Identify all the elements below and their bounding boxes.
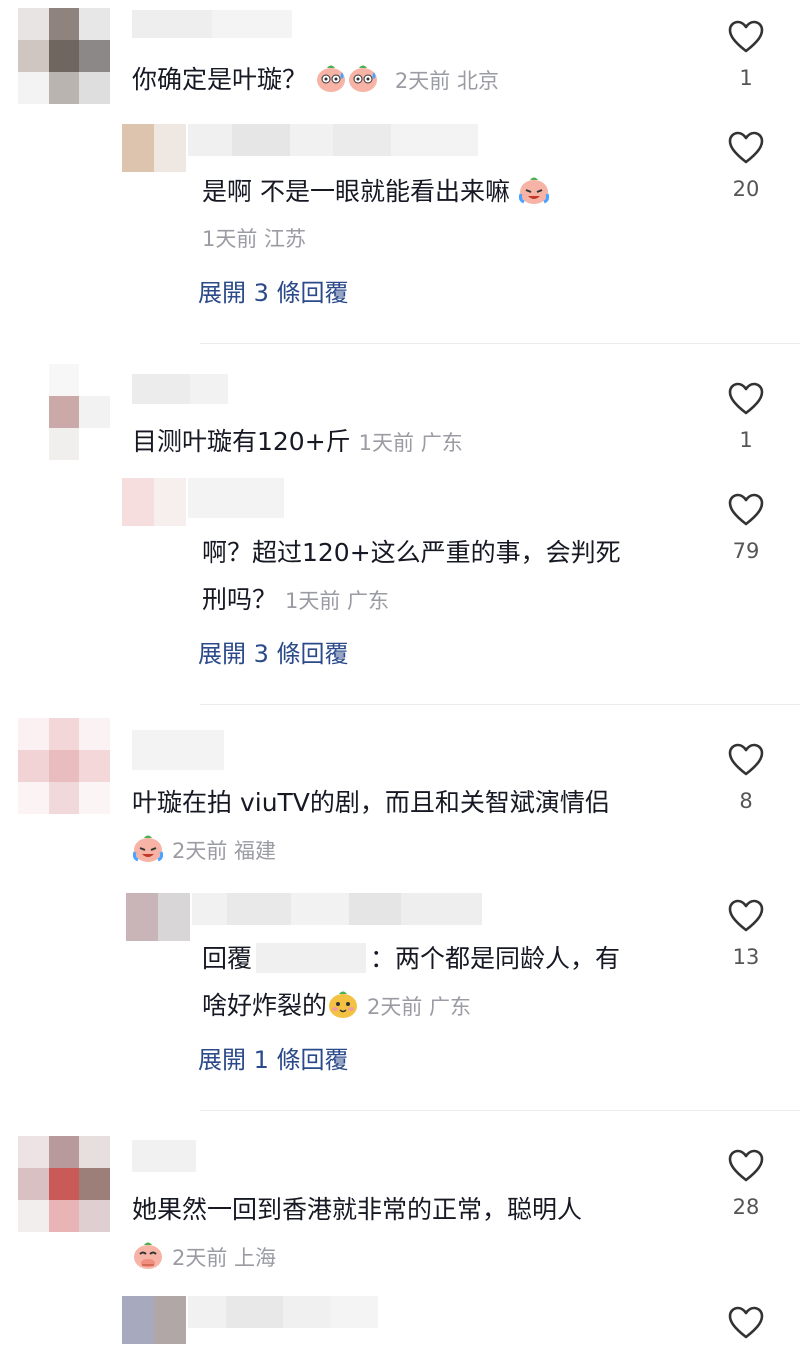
heart-icon [728, 20, 764, 53]
reply-text-line2: 啥好炸裂的 2天前 广东 [202, 988, 471, 1025]
like-button[interactable] [716, 1149, 776, 1182]
like-button[interactable] [716, 131, 776, 164]
avatar[interactable] [18, 1136, 110, 1232]
sweat-emoji-icon [347, 62, 379, 94]
comment-meta: 2天前 上海 [172, 1246, 277, 1270]
avatar[interactable] [18, 718, 110, 814]
reply-text: 啊？超过120+这么严重的事，会判死 [202, 538, 621, 567]
heart-icon [728, 131, 764, 164]
like-button[interactable] [716, 20, 776, 53]
like-count: 1 [739, 66, 753, 90]
reply-username[interactable] [188, 1296, 378, 1328]
like-count: 13 [732, 945, 760, 969]
heart-icon [728, 1306, 764, 1339]
comment-text-line2: 2天前 上海 [132, 1239, 276, 1276]
username[interactable] [132, 374, 228, 404]
username[interactable] [132, 10, 292, 38]
like-count: 79 [732, 539, 760, 563]
comment-text: 你确定是叶璇？ 2天前 北京 [132, 62, 499, 99]
mention-tag[interactable] [256, 943, 367, 973]
divider [200, 343, 800, 344]
shy-emoji-icon [327, 988, 359, 1020]
reply-username[interactable] [188, 478, 284, 518]
reply-avatar[interactable] [122, 478, 186, 526]
laugh-cry-emoji-icon [132, 832, 164, 864]
reply-text-line2: 刑吗？ 1天前 广东 [202, 585, 390, 614]
reply-avatar[interactable] [122, 1296, 186, 1344]
comment-meta: 2天前 北京 [394, 69, 499, 93]
like-count: 28 [732, 1195, 760, 1219]
cover-mouth-emoji-icon [132, 1239, 164, 1271]
like-count: 20 [732, 177, 760, 201]
reply-meta: 2天前 广东 [367, 995, 472, 1019]
comment-text: 叶璇在拍 viuTV的剧，而且和关智斌演情侣 [132, 788, 610, 817]
like-count: 1 [739, 428, 753, 452]
like-count: 8 [739, 789, 753, 813]
laugh-cry-emoji-icon [518, 174, 550, 206]
heart-icon [728, 493, 764, 526]
comment-text: 目测叶璇有120+斤 1天前 广东 [132, 427, 463, 456]
expand-replies-link[interactable]: 展開 3 條回覆 [198, 277, 349, 309]
heart-icon [728, 382, 764, 415]
reply-meta: 1天前 江苏 [202, 227, 307, 251]
divider [200, 704, 800, 705]
reply-text: 回覆 ：两个都是同龄人，有 [202, 943, 621, 973]
like-button[interactable] [716, 899, 776, 932]
heart-icon [728, 743, 764, 776]
avatar[interactable] [18, 364, 110, 460]
reply-avatar[interactable] [126, 893, 190, 941]
reply-username[interactable] [188, 124, 478, 156]
like-button[interactable] [716, 382, 776, 415]
sweat-emoji-icon [315, 62, 347, 94]
like-button[interactable] [716, 1306, 776, 1339]
reply-meta: 1天前 广东 [285, 589, 390, 613]
expand-replies-link[interactable]: 展開 3 條回覆 [198, 638, 349, 670]
reply-username[interactable] [192, 893, 482, 925]
comment-text-line2: 2天前 福建 [132, 832, 276, 869]
comment-text: 她果然一回到香港就非常的正常，聪明人 [132, 1195, 583, 1224]
avatar[interactable] [18, 8, 110, 104]
like-button[interactable] [716, 743, 776, 776]
heart-icon [728, 1149, 764, 1182]
reply-text: 是啊 不是一眼就能看出来嘛 [202, 174, 550, 210]
comment-meta: 2天前 福建 [172, 839, 277, 863]
divider [200, 1110, 800, 1111]
expand-replies-link[interactable]: 展開 1 條回覆 [198, 1044, 349, 1076]
heart-icon [728, 899, 764, 932]
like-button[interactable] [716, 493, 776, 526]
comment-meta: 1天前 广东 [358, 431, 463, 455]
username[interactable] [132, 730, 224, 770]
reply-avatar[interactable] [122, 124, 186, 172]
username[interactable] [132, 1140, 196, 1172]
